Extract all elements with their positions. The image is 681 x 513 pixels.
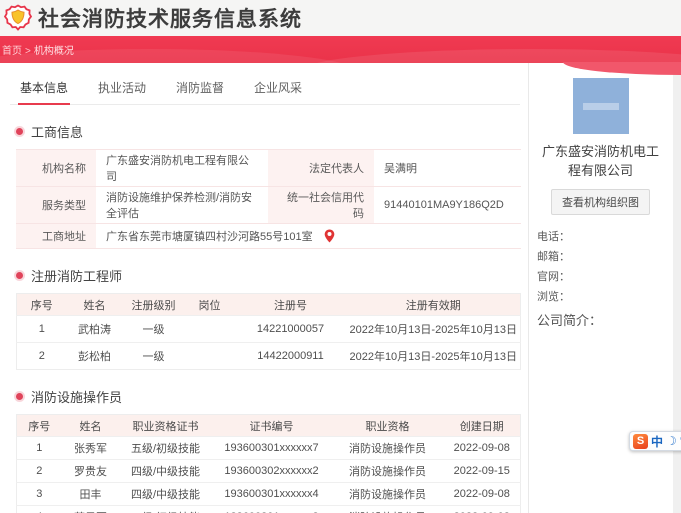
service-type-value: 消防设施维护保养检测/消防安全评估 bbox=[96, 186, 268, 224]
table-row: 3 田丰 四级/中级技能 193600301xxxxxx4 消防设施操作员 20… bbox=[16, 482, 521, 506]
address-value: 广东省东莞市塘厦镇四村沙河路55号101室 bbox=[106, 231, 313, 243]
bullet-dot-icon bbox=[16, 128, 23, 135]
col-header: 序号 bbox=[16, 414, 62, 437]
business-info-table: 机构名称 广东盛安消防机电工程有限公司 法定代表人 吴满明 服务类型 消防设施维… bbox=[16, 149, 521, 249]
app-header: 社会消防技术服务信息系统 bbox=[0, 0, 681, 36]
ime-moon-icon[interactable]: ☽ bbox=[666, 435, 677, 447]
field-label: 统一社会信用代码 bbox=[268, 186, 374, 224]
col-header: 序号 bbox=[16, 293, 67, 316]
location-pin-icon[interactable] bbox=[324, 229, 335, 243]
table-row: 机构名称 广东盛安消防机电工程有限公司 法定代表人 吴满明 bbox=[16, 149, 521, 187]
breadcrumb-separator: > bbox=[25, 46, 31, 57]
company-name: 广东盛安消防机电工程有限公司 bbox=[541, 144, 659, 178]
ime-toolbar: S 中 ☽ ’, bbox=[629, 431, 681, 451]
section-title-business-info: 工商信息 bbox=[16, 122, 528, 141]
legal-rep-value: 吴满明 bbox=[374, 149, 521, 187]
table-row: 2 罗贵友 四级/中级技能 193600302xxxxxx2 消防设施操作员 2… bbox=[16, 459, 521, 483]
col-header: 姓名 bbox=[66, 293, 123, 316]
app-logo-shield-icon bbox=[4, 4, 32, 31]
logo-placeholder-text bbox=[582, 102, 619, 110]
tab-practice-activity[interactable]: 执业活动 bbox=[96, 72, 148, 104]
bullet-dot-icon bbox=[16, 272, 23, 279]
col-header: 证书编号 bbox=[211, 414, 332, 437]
table-header-row: 序号 姓名 职业资格证书 证书编号 职业资格 创建日期 bbox=[16, 414, 521, 437]
company-logo-image bbox=[572, 78, 629, 134]
tab-basic-info[interactable]: 基本信息 bbox=[18, 72, 71, 105]
col-header: 注册级别 bbox=[122, 293, 185, 316]
sogou-logo-icon[interactable]: S bbox=[633, 433, 648, 449]
tab-bar: 基本信息 执业活动 消防监督 企业风采 bbox=[10, 72, 520, 105]
col-header: 岗位 bbox=[184, 293, 235, 316]
table-row: 2 彭松柏 一级 14422000911 2022年10月13日-2025年10… bbox=[16, 342, 521, 370]
breadcrumb-banner: 首页 > 机构概况 bbox=[0, 36, 681, 63]
breadcrumb-current: 机构概况 bbox=[33, 46, 74, 57]
section-title-engineers: 注册消防工程师 bbox=[16, 266, 528, 285]
address-cell: 广东省东莞市塘厦镇四村沙河路55号101室 bbox=[96, 223, 521, 249]
email-label: 邮箱： bbox=[537, 251, 570, 263]
table-row: 1 武柏涛 一级 14221000057 2022年10月13日-2025年10… bbox=[16, 315, 521, 343]
website-label: 官网： bbox=[537, 271, 570, 283]
col-header: 创建日期 bbox=[443, 414, 521, 437]
field-label: 工商地址 bbox=[16, 223, 96, 249]
main-panel: 基本信息 执业活动 消防监督 企业风采 工商信息 机构名称 广东盛安消防机电工程… bbox=[0, 63, 529, 513]
col-header: 注册号 bbox=[234, 293, 347, 316]
table-header-row: 序号 姓名 注册级别 岗位 注册号 注册有效期 bbox=[16, 293, 521, 316]
breadcrumb: 首页 > 机构概况 bbox=[2, 42, 74, 57]
ime-chinese-mode-button[interactable]: 中 bbox=[651, 433, 663, 450]
phone-label: 电话： bbox=[537, 231, 570, 243]
views-label: 浏览： bbox=[537, 291, 570, 303]
bullet-dot-icon bbox=[16, 393, 23, 400]
credit-code-value: 91440101MA9Y186Q2D bbox=[374, 186, 521, 224]
field-label: 机构名称 bbox=[16, 149, 96, 187]
table-row: 4 苏显军 五级/初级技能 123600301xxxxxx2 消防设施操作员 2… bbox=[16, 505, 521, 513]
engineers-table: 序号 姓名 注册级别 岗位 注册号 注册有效期 1 武柏涛 一级 1422100… bbox=[16, 293, 521, 370]
col-header: 注册有效期 bbox=[346, 293, 521, 316]
tab-fire-supervision[interactable]: 消防监督 bbox=[174, 72, 226, 104]
table-row: 工商地址 广东省东莞市塘厦镇四村沙河路55号101室 bbox=[16, 223, 521, 249]
view-org-chart-button[interactable]: 查看机构组织图 bbox=[551, 189, 650, 215]
table-row: 1 张秀军 五级/初级技能 193600301xxxxxx7 消防设施操作员 2… bbox=[16, 436, 521, 460]
section-title-operators: 消防设施操作员 bbox=[16, 387, 528, 406]
breadcrumb-home-link[interactable]: 首页 bbox=[2, 46, 22, 57]
tab-company-showcase[interactable]: 企业风采 bbox=[252, 72, 304, 104]
org-name-value: 广东盛安消防机电工程有限公司 bbox=[96, 149, 268, 187]
field-label: 服务类型 bbox=[16, 186, 96, 224]
field-label: 法定代表人 bbox=[268, 149, 374, 187]
col-header: 职业资格证书 bbox=[119, 414, 212, 437]
col-header: 职业资格 bbox=[331, 414, 444, 437]
contact-fields: 电话： 邮箱： 官网： 浏览： bbox=[537, 228, 672, 304]
company-profile-label: 公司简介： bbox=[537, 313, 603, 328]
col-header: 姓名 bbox=[61, 414, 120, 437]
page-title: 社会消防技术服务信息系统 bbox=[38, 7, 302, 31]
operators-table: 序号 姓名 职业资格证书 证书编号 职业资格 创建日期 1 张秀军 五级/初级技… bbox=[16, 414, 521, 513]
table-row: 服务类型 消防设施维护保养检测/消防安全评估 统一社会信用代码 91440101… bbox=[16, 186, 521, 224]
